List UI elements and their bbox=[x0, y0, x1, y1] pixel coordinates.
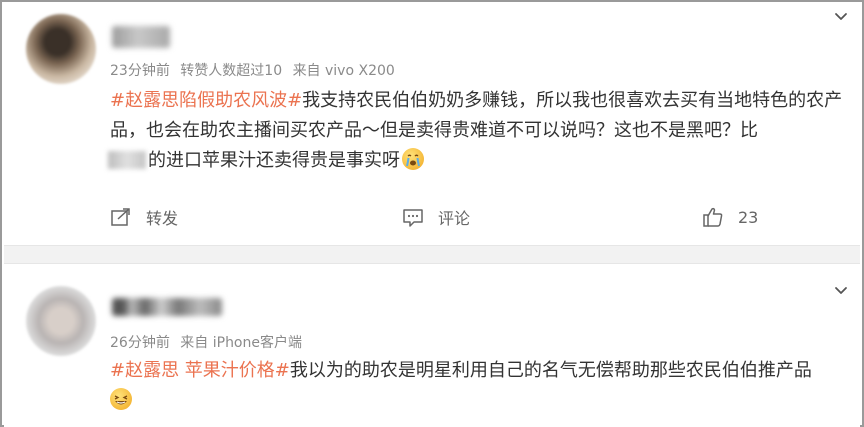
comment-card: 26分钟前 来自 iPhone客户端 #赵露思 苹果汁价格#我以为的助农是明星利… bbox=[4, 264, 860, 427]
post-source[interactable]: 来自 vivo X200 bbox=[293, 63, 395, 79]
post-time: 23分钟前 bbox=[110, 63, 170, 79]
comment-label: 评论 bbox=[438, 209, 471, 228]
repost-count: 转赞人数超过10 bbox=[180, 63, 283, 79]
like-count: 23 bbox=[738, 207, 759, 227]
repost-label: 转发 bbox=[146, 209, 179, 228]
laughing-face-icon bbox=[110, 388, 132, 410]
avatar[interactable] bbox=[26, 286, 96, 356]
username-blurred[interactable] bbox=[112, 26, 170, 48]
post-body: #赵露思 苹果汁价格#我以为的助农是明星利用自己的名气无偿帮助那些农民伯伯推产品 bbox=[110, 356, 850, 416]
comment-button[interactable]: 评论 bbox=[402, 202, 470, 232]
post-body: #赵露思陷假助农风波#我支持农民伯伯奶奶多赚钱，所以我也很喜欢去买有当地特色的农… bbox=[108, 86, 850, 176]
repost-icon bbox=[111, 208, 130, 226]
hashtag-link[interactable]: #赵露思 苹果汁价格# bbox=[110, 360, 290, 381]
hashtag-link[interactable]: #赵露思陷假助农风波# bbox=[110, 90, 302, 111]
comment-icon bbox=[403, 209, 423, 227]
screenshot-frame: 23分钟前 转赞人数超过10 来自 vivo X200 #赵露思陷假助农风波#我… bbox=[0, 0, 864, 427]
post-source[interactable]: 来自 iPhone客户端 bbox=[180, 335, 302, 351]
like-button[interactable]: 23 bbox=[702, 202, 758, 232]
thumbs-up-icon bbox=[703, 207, 723, 227]
comment-card: 23分钟前 转赞人数超过10 来自 vivo X200 #赵露思陷假助农风波#我… bbox=[4, 4, 860, 245]
post-text-continued: 的进口苹果汁还卖得贵是事实呀 bbox=[148, 150, 400, 171]
chevron-down-icon[interactable] bbox=[834, 10, 848, 24]
repost-button[interactable]: 转发 bbox=[110, 202, 178, 232]
post-meta: 23分钟前 转赞人数超过10 来自 vivo X200 bbox=[110, 60, 401, 80]
blurred-word bbox=[108, 151, 146, 169]
username-blurred[interactable] bbox=[112, 298, 222, 316]
post-text: 我以为的助农是明星利用自己的名气无偿帮助那些农民伯伯推产品 bbox=[289, 360, 812, 381]
action-bar: 转发 评论 23 bbox=[4, 202, 860, 232]
post-meta: 26分钟前 来自 iPhone客户端 bbox=[110, 332, 308, 352]
separator bbox=[4, 245, 860, 264]
avatar[interactable] bbox=[26, 14, 96, 84]
post-time: 26分钟前 bbox=[110, 335, 170, 351]
chevron-down-icon[interactable] bbox=[834, 284, 848, 298]
crying-face-icon bbox=[402, 148, 424, 170]
